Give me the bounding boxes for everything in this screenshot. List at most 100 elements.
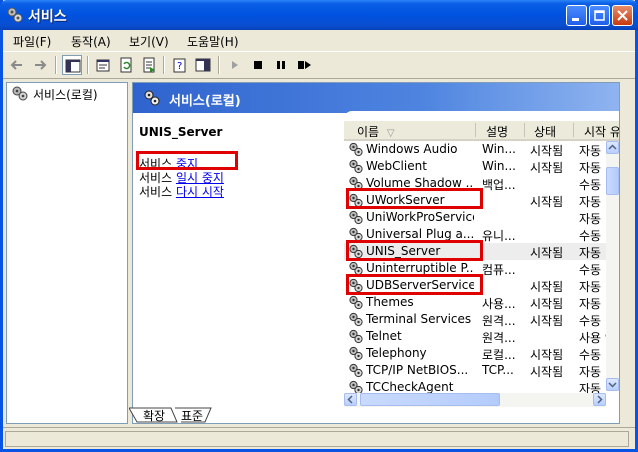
- service-gear-icon: [349, 142, 363, 157]
- service-name-cell: UniWorkProService: [366, 210, 474, 224]
- properties-icon: [96, 59, 110, 72]
- highlight-unis-server-row: [346, 240, 483, 261]
- highlight-udbserverservice-row: [346, 274, 483, 295]
- horizontal-scrollbar[interactable]: [344, 393, 606, 407]
- refresh-button[interactable]: [116, 55, 136, 75]
- scroll-left-button[interactable]: [344, 393, 357, 406]
- menu-file[interactable]: 파일(F): [13, 33, 51, 50]
- table-row[interactable]: UniWorkProService 자동: [344, 209, 606, 226]
- table-row[interactable]: Themes 사용... 시작됨 자동: [344, 294, 606, 311]
- column-startup-type-header[interactable]: 시작 유: [584, 123, 619, 140]
- status-bar: [3, 427, 635, 450]
- service-gear-icon: [349, 295, 363, 310]
- back-arrow-icon: [10, 60, 22, 70]
- window-title: 서비스: [28, 9, 67, 25]
- minimize-icon: [572, 18, 579, 21]
- table-row[interactable]: Telephony 로컬... 시작됨 수동: [344, 345, 606, 362]
- service-status-cell: 시작됨: [530, 246, 564, 260]
- column-description-header[interactable]: 설명: [486, 123, 508, 140]
- column-divider[interactable]: [573, 123, 574, 137]
- service-name-cell: Uninterruptible P...: [366, 261, 474, 275]
- tab-extended[interactable]: 확장: [143, 407, 165, 424]
- table-row[interactable]: Telnet 원격... 사용 안: [344, 328, 606, 345]
- service-status-cell: 시작됨: [530, 195, 564, 209]
- chevron-down-icon: [608, 382, 617, 388]
- start-service-button[interactable]: [225, 55, 245, 75]
- column-name-header[interactable]: 이름 ▽: [357, 123, 395, 140]
- service-name-cell: Universal Plug a...: [366, 227, 474, 241]
- list-header: 이름 ▽ 설명 상태 시작 유: [344, 121, 619, 141]
- scroll-right-button[interactable]: [593, 393, 606, 406]
- service-description-cell: 사용...: [482, 297, 516, 311]
- service-description-cell: Win...: [482, 142, 516, 156]
- maximize-icon: [594, 10, 605, 21]
- close-button[interactable]: [612, 5, 633, 26]
- export-list-icon: [143, 57, 155, 73]
- help-book-icon: ?: [173, 58, 186, 73]
- export-list-button[interactable]: [139, 55, 159, 75]
- table-row[interactable]: TCP/IP NetBIOS... TCP... 시작됨 자동: [344, 362, 606, 379]
- service-status-cell: 시작됨: [530, 348, 564, 362]
- service-description-cell: 컴퓨...: [482, 263, 516, 277]
- sort-indicator-icon: ▽: [386, 128, 395, 139]
- restart-service-button[interactable]: [294, 55, 314, 75]
- tab-standard[interactable]: 표준: [181, 407, 203, 424]
- column-divider[interactable]: [524, 123, 525, 137]
- console-tree-icon: [65, 59, 81, 73]
- column-status-header[interactable]: 상태: [534, 123, 556, 140]
- menu-bar: 파일(F) 동작(A) 보기(V) 도움말(H): [3, 30, 635, 52]
- service-name-cell: TCP/IP NetBIOS...: [366, 363, 469, 377]
- service-status-cell: 시작됨: [530, 144, 564, 158]
- action-pane-icon: [195, 58, 211, 72]
- menu-view[interactable]: 보기(V): [129, 33, 169, 50]
- toolbar-separator: [55, 56, 57, 74]
- stop-icon: [254, 61, 262, 69]
- restart-link[interactable]: 다시 시작: [176, 185, 224, 199]
- toolbar-separator: [218, 56, 220, 74]
- service-startup-type-cell: 수동: [579, 348, 602, 362]
- service-startup-type-cell: 자동: [579, 297, 602, 311]
- close-icon: [617, 10, 628, 21]
- table-row[interactable]: WebClient Win... 시작됨 자동: [344, 158, 606, 175]
- service-gear-icon: [349, 210, 363, 225]
- forward-button[interactable]: [30, 55, 50, 75]
- table-row[interactable]: Terminal Services 원격... 시작됨 수동: [344, 311, 606, 328]
- service-description-cell: 유니...: [482, 229, 516, 243]
- stop-service-button[interactable]: [248, 55, 268, 75]
- chevron-left-icon: [347, 395, 353, 404]
- maximize-button[interactable]: [589, 5, 610, 26]
- pause-service-button[interactable]: [271, 55, 291, 75]
- title-bar[interactable]: 서비스: [0, 0, 638, 30]
- menu-action[interactable]: 동작(A): [71, 33, 111, 50]
- service-gear-icon: [349, 329, 363, 344]
- restart-service-action[interactable]: 서비스 다시 시작: [139, 183, 224, 200]
- service-status-cell: 시작됨: [530, 161, 564, 175]
- services-rows: Windows Audio Win... 시작됨 자동 WebClient Win... 시…: [344, 141, 606, 397]
- show-hide-action-pane-button[interactable]: [193, 55, 213, 75]
- service-description-cell: TCP...: [482, 363, 514, 377]
- menu-help[interactable]: 도움말(H): [187, 33, 239, 50]
- highlight-stop-action: [136, 151, 238, 170]
- chevron-up-icon: [608, 144, 617, 150]
- service-startup-type-cell: 자동: [579, 246, 602, 260]
- show-console-tree-button[interactable]: [62, 55, 82, 75]
- properties-button[interactable]: [93, 55, 113, 75]
- vertical-scroll-thumb[interactable]: [606, 167, 619, 195]
- scroll-up-button[interactable]: [606, 141, 619, 154]
- vertical-scrollbar[interactable]: [606, 141, 619, 391]
- service-name-cell: Themes: [366, 295, 414, 309]
- scroll-down-button[interactable]: [606, 378, 619, 391]
- refresh-icon: [120, 57, 132, 73]
- back-button[interactable]: [7, 55, 27, 75]
- service-description-cell: 로컬...: [482, 348, 516, 362]
- service-gear-icon: [349, 363, 363, 378]
- toolbar: ?: [3, 52, 635, 79]
- column-divider[interactable]: [475, 123, 476, 137]
- service-name-cell: Telnet: [366, 329, 402, 343]
- help-button[interactable]: ?: [170, 55, 190, 75]
- minimize-button[interactable]: [566, 5, 587, 26]
- table-row[interactable]: Windows Audio Win... 시작됨 자동: [344, 141, 606, 158]
- service-startup-type-cell: 사용 안: [579, 331, 606, 345]
- horizontal-scroll-thumb[interactable]: [360, 393, 500, 406]
- service-startup-type-cell: 자동: [579, 195, 602, 209]
